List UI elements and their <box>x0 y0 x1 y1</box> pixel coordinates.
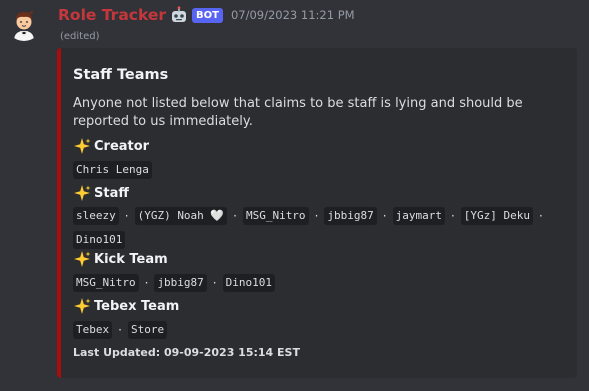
member-tag: [YGz] Deku <box>460 207 533 225</box>
member-tag: Tebex <box>73 321 113 339</box>
member-tag: Store <box>127 321 168 339</box>
embed-title: Staff Teams <box>73 67 169 83</box>
section-title-kick-team: Kick Team <box>73 250 168 269</box>
message-timestamp[interactable]: 07/09/2023 11:21 PM <box>231 8 355 22</box>
section-title-label: Tebex Team <box>94 299 180 314</box>
member-tag: (YGZ) Noah 🤍 <box>134 207 228 225</box>
separator: · <box>233 209 237 223</box>
tebex-team-members: Tebex · Store <box>73 321 563 339</box>
member-tag: sleezy <box>73 207 119 225</box>
member-tag: jbbig87 <box>154 274 207 292</box>
embed-description: Anyone not listed below that claims to b… <box>73 96 523 129</box>
separator: · <box>144 276 149 290</box>
member-tag: jaymart <box>392 207 445 225</box>
separator: · <box>314 209 319 223</box>
section-title-staff: Staff <box>73 184 129 203</box>
section-title-label: Kick Team <box>94 252 168 267</box>
robot-icon <box>170 6 188 24</box>
separator: · <box>539 209 543 223</box>
embed-accent-bar <box>57 48 61 378</box>
separator: · <box>124 209 129 223</box>
message-header: Role Tracker BOT 07/09/2023 11:21 PM <box>58 4 355 26</box>
member-tag: MSG_Nitro <box>73 274 139 292</box>
member-tag: jbbig87 <box>324 207 377 225</box>
member-tag: Chris Lenga <box>73 161 152 179</box>
member-tag: Dino101 <box>73 231 126 249</box>
member-tag: Dino101 <box>222 274 275 292</box>
username[interactable]: Role Tracker <box>58 6 166 24</box>
creator-members: Chris Lenga <box>73 161 563 179</box>
sparkles-icon <box>73 250 92 269</box>
section-title-tebex-team: Tebex Team <box>73 297 179 316</box>
edited-label: (edited) <box>60 31 100 42</box>
sparkles-icon <box>73 137 92 156</box>
separator: · <box>382 209 387 223</box>
separator: · <box>118 323 122 337</box>
section-title-label: Creator <box>94 139 150 154</box>
bot-tag: BOT <box>192 7 223 23</box>
avatar[interactable] <box>6 5 42 41</box>
kick-team-members: MSG_Nitro · jbbig87 · Dino101 <box>73 274 563 292</box>
separator: · <box>212 276 217 290</box>
member-tag: MSG_Nitro <box>242 207 309 225</box>
sparkles-icon <box>73 297 92 316</box>
staff-members: sleezy · (YGZ) Noah 🤍 · MSG_Nitro · jbbi… <box>73 207 563 249</box>
separator: · <box>450 209 455 223</box>
embed-footer: Last Updated: 09-09-2023 15:14 EST <box>73 346 300 359</box>
section-title-label: Staff <box>94 186 129 201</box>
sparkles-icon <box>73 184 92 203</box>
section-title-creator: Creator <box>73 137 149 156</box>
embed: Staff Teams Anyone not listed below that… <box>57 48 577 378</box>
